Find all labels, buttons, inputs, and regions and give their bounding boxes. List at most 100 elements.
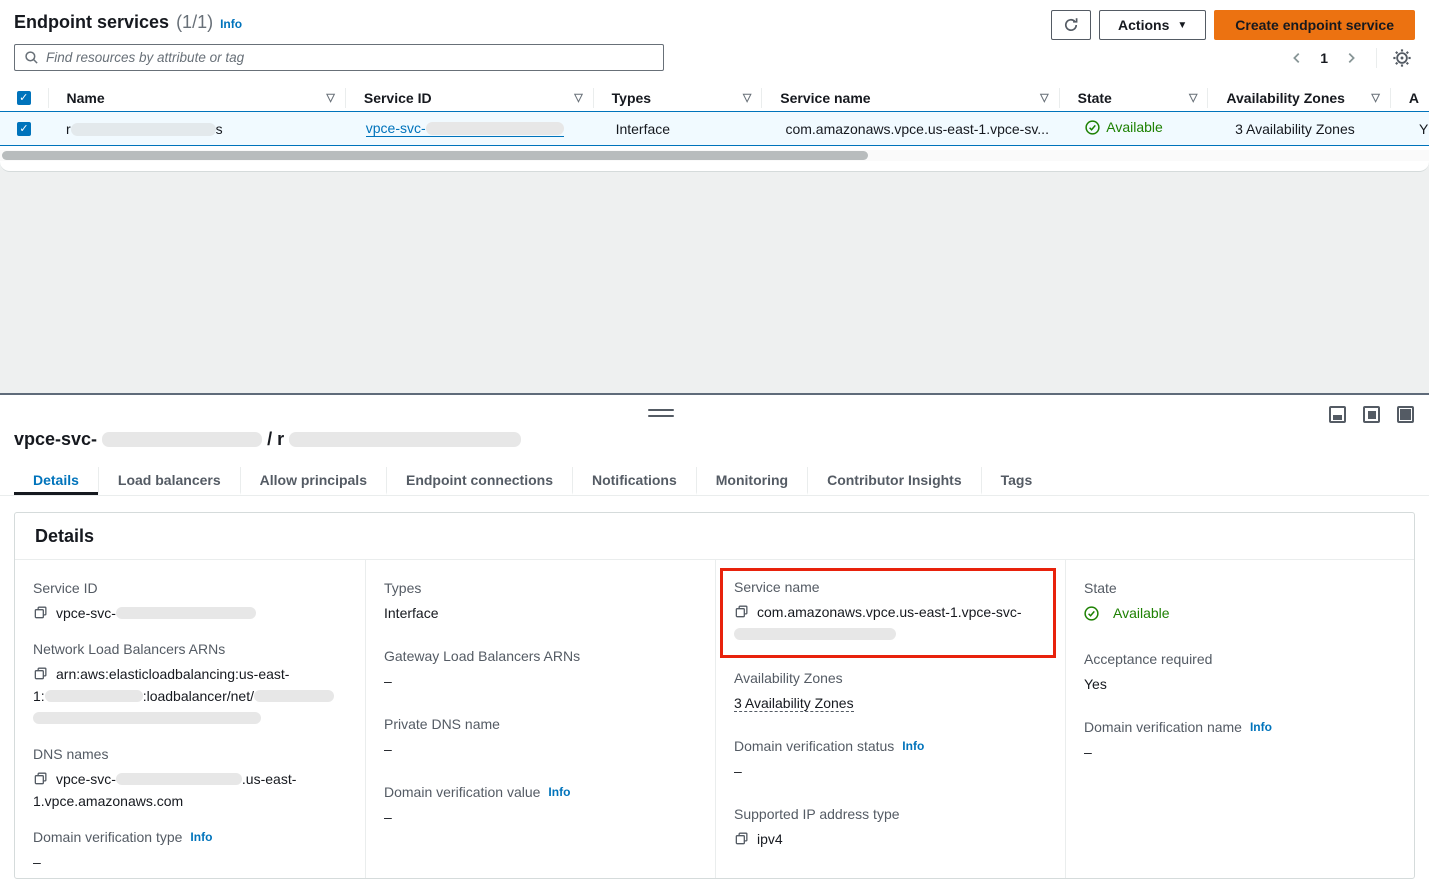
header-actions: Actions ▼ Create endpoint service	[1051, 10, 1415, 40]
redacted-text	[289, 432, 521, 447]
row-service-name-cell: com.amazonaws.vpce.us-east-1.vpce-sv...	[767, 121, 1067, 137]
field-domain-verification-value: Domain verification value Info –	[384, 784, 697, 828]
create-endpoint-service-button[interactable]: Create endpoint service	[1214, 10, 1415, 40]
row-types-cell: Interface	[598, 121, 768, 137]
sort-icon[interactable]: ▽	[1371, 91, 1379, 104]
next-page-button[interactable]	[1338, 45, 1364, 71]
horizontal-scrollbar	[0, 150, 1429, 161]
preferences-button[interactable]	[1389, 45, 1415, 71]
column-header-service-id[interactable]: Service ID ▽	[345, 88, 593, 108]
service-name-highlight-box: Service name com.amazonaws.vpce.us-east-…	[720, 568, 1056, 658]
page-header: Endpoint services (1/1) Info Actions ▼ C…	[14, 10, 1415, 40]
select-all-cell: ✓	[0, 91, 48, 105]
details-card-heading: Details	[15, 513, 1414, 560]
column-header-types[interactable]: Types ▽	[593, 88, 762, 108]
select-all-checkbox[interactable]: ✓	[17, 91, 31, 105]
panel-size-large-icon[interactable]	[1397, 406, 1414, 423]
table-toolbar: 1	[14, 44, 1415, 71]
field-glb-arns: Gateway Load Balancers ARNs –	[384, 648, 697, 692]
tab-endpoint-connections[interactable]: Endpoint connections	[386, 467, 572, 495]
copy-icon[interactable]	[734, 604, 749, 619]
search-icon	[24, 50, 39, 65]
field-supported-ip: Supported IP address type ipv4	[734, 806, 1047, 850]
row-availability-zones-cell: 3 Availability Zones	[1217, 121, 1401, 137]
availability-zones-link[interactable]: 3 Availability Zones	[734, 695, 854, 712]
info-link[interactable]: Info	[902, 739, 924, 753]
tabs-divider	[0, 495, 1429, 496]
availability-zones-link[interactable]: 3 Availability Zones	[1235, 121, 1355, 137]
horizontal-scrollbar-thumb[interactable]	[2, 151, 868, 160]
tab-notifications[interactable]: Notifications	[572, 467, 696, 495]
redacted-text	[116, 607, 256, 619]
check-circle-icon	[1085, 120, 1100, 135]
column-header-availability-zones[interactable]: Availability Zones ▽	[1207, 88, 1389, 108]
details-column-4: State Available Acceptance required Yes	[1066, 560, 1414, 878]
table-row[interactable]: ✓ rs vpce-svc- Interface com.amazonaws.v…	[0, 111, 1429, 146]
sort-icon[interactable]: ▽	[1040, 91, 1048, 104]
previous-page-button[interactable]	[1284, 45, 1310, 71]
row-checkbox[interactable]: ✓	[17, 122, 31, 136]
info-link[interactable]: Info	[548, 785, 570, 799]
field-dns-names: DNS names vpce-svc-.us-east- 1.vpce.amaz…	[33, 746, 347, 812]
endpoint-services-page: Endpoint services (1/1) Info Actions ▼ C…	[0, 0, 1429, 886]
page-info-link[interactable]: Info	[220, 17, 242, 31]
row-service-id-cell: vpce-svc-	[348, 120, 598, 137]
sort-icon[interactable]: ▽	[574, 91, 582, 104]
chevron-right-icon	[1344, 51, 1358, 65]
resource-count: (1/1)	[176, 12, 213, 33]
create-label: Create endpoint service	[1235, 17, 1394, 33]
panel-size-medium-icon[interactable]	[1363, 406, 1380, 423]
info-link[interactable]: Info	[190, 830, 212, 844]
info-link[interactable]: Info	[1250, 720, 1272, 734]
table-header-row: ✓ Name ▽ Service ID ▽ Types ▽ Service na…	[0, 84, 1429, 111]
chevron-down-icon: ▼	[1177, 20, 1187, 31]
column-header-name[interactable]: Name ▽	[48, 88, 345, 108]
copy-icon[interactable]	[33, 666, 48, 681]
panel-drag-handle[interactable]	[648, 409, 674, 421]
field-acceptance-required: Acceptance required Yes	[1084, 651, 1396, 695]
redacted-text	[734, 628, 896, 640]
chevron-left-icon	[1290, 51, 1304, 65]
tab-contributor-insights[interactable]: Contributor Insights	[807, 467, 981, 495]
tab-monitoring[interactable]: Monitoring	[696, 467, 807, 495]
tab-details[interactable]: Details	[14, 467, 98, 495]
search-input[interactable]	[46, 45, 663, 70]
service-id-link[interactable]: vpce-svc-	[366, 120, 564, 137]
field-domain-verification-name: Domain verification name Info –	[1084, 719, 1396, 763]
tab-tags[interactable]: Tags	[981, 467, 1052, 495]
field-service-id: Service ID vpce-svc-	[33, 580, 347, 624]
panel-size-small-icon[interactable]	[1329, 406, 1346, 423]
redacted-text	[116, 773, 242, 785]
field-domain-verification-type: Domain verification type Info –	[33, 829, 347, 873]
details-card-body: Service ID vpce-svc- Network Load Balanc…	[15, 560, 1414, 878]
field-service-name: Service name com.amazonaws.vpce.us-east-…	[734, 579, 1045, 645]
column-header-service-name[interactable]: Service name ▽	[761, 88, 1058, 108]
current-page-number[interactable]: 1	[1314, 50, 1334, 66]
endpoint-services-table-card: Endpoint services (1/1) Info Actions ▼ C…	[0, 0, 1429, 172]
refresh-button[interactable]	[1051, 10, 1091, 40]
endpoint-services-table: ✓ Name ▽ Service ID ▽ Types ▽ Service na…	[0, 84, 1429, 146]
details-column-3: Service name com.amazonaws.vpce.us-east-…	[716, 560, 1066, 878]
row-select-cell: ✓	[0, 122, 48, 136]
row-name-cell: rs	[48, 121, 348, 137]
copy-icon[interactable]	[33, 605, 48, 620]
copy-icon[interactable]	[33, 771, 48, 786]
redacted-text	[45, 690, 143, 702]
redacted-text	[33, 712, 261, 724]
field-types: Types Interface	[384, 580, 697, 624]
field-domain-verification-status: Domain verification status Info –	[734, 738, 1047, 782]
actions-button[interactable]: Actions ▼	[1099, 10, 1206, 40]
row-acceptance-cell: Y	[1401, 121, 1429, 137]
redacted-text	[426, 122, 564, 135]
pagination: 1	[1284, 44, 1415, 71]
tab-allow-principals[interactable]: Allow principals	[240, 467, 386, 495]
sort-icon[interactable]: ▽	[1189, 91, 1197, 104]
tab-load-balancers[interactable]: Load balancers	[98, 467, 240, 495]
column-header-state[interactable]: State ▽	[1059, 88, 1208, 108]
column-header-acceptance[interactable]: A	[1390, 88, 1429, 108]
field-nlb-arns: Network Load Balancers ARNs arn:aws:elas…	[33, 641, 347, 729]
redacted-text	[102, 432, 262, 447]
sort-icon[interactable]: ▽	[326, 91, 334, 104]
sort-icon[interactable]: ▽	[743, 91, 751, 104]
copy-icon[interactable]	[734, 831, 749, 846]
